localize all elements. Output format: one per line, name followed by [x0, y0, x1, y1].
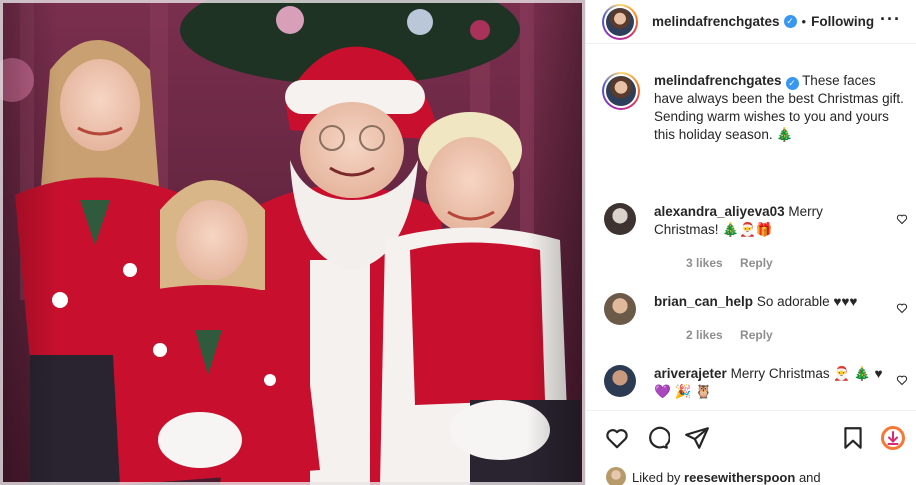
comment-likes-count[interactable]: 2 likes — [686, 328, 723, 342]
comment-username[interactable]: brian_can_help — [654, 294, 753, 309]
santa-family-photo — [0, 0, 585, 485]
comment-item: ariverajeter Merry Christmas 🎅 🎄 ♥ 💜 🎉 🦉 — [604, 365, 904, 401]
commenter-avatar[interactable] — [604, 293, 636, 325]
share-icon[interactable] — [684, 425, 710, 451]
bookmark-icon[interactable] — [840, 425, 866, 451]
comment-like-heart-icon[interactable] — [896, 302, 908, 314]
following-button[interactable]: Following — [811, 14, 874, 29]
commenter-avatar[interactable] — [604, 203, 636, 235]
liker-username[interactable]: reesewitherspoon — [684, 470, 795, 485]
comment-text: So adorable ♥♥♥ — [756, 294, 858, 309]
comment-like-heart-icon[interactable] — [896, 374, 908, 386]
action-bar — [586, 410, 916, 462]
post-header: melindafrenchgates ✓ • Following ··· — [586, 0, 916, 44]
comment-item: alexandra_aliyeva03 Merry Christmas! 🎄🎅🎁 — [604, 203, 904, 239]
more-options-icon[interactable]: ··· — [880, 10, 901, 28]
comment-like-heart-icon[interactable] — [896, 213, 908, 225]
comment-meta: 3 likes Reply — [686, 256, 787, 270]
comment-reply-button[interactable]: Reply — [740, 328, 773, 342]
commenter-avatar[interactable] — [604, 365, 636, 397]
liker-avatar[interactable] — [606, 467, 626, 485]
author-username[interactable]: melindafrenchgates — [652, 14, 780, 29]
caption-avatar[interactable] — [602, 72, 640, 110]
verified-badge-icon: ✓ — [783, 15, 797, 28]
liked-by-line: Liked by reesewitherspoon and — [606, 467, 821, 485]
post-side-panel: melindafrenchgates ✓ • Following ··· mel… — [585, 0, 916, 485]
comment-icon[interactable] — [644, 425, 670, 451]
separator: • — [801, 14, 807, 29]
heart-icon[interactable] — [604, 425, 630, 451]
comment-meta: 2 likes Reply — [686, 328, 787, 342]
comment-username[interactable]: alexandra_aliyeva03 — [654, 204, 785, 219]
comment-likes-count[interactable]: 3 likes — [686, 256, 723, 270]
comment-item: brian_can_help So adorable ♥♥♥ — [604, 293, 904, 325]
caption-username[interactable]: melindafrenchgates — [654, 73, 782, 88]
post-photo[interactable] — [0, 0, 585, 485]
comment-reply-button[interactable]: Reply — [740, 256, 773, 270]
author-avatar[interactable] — [602, 3, 638, 40]
liked-by-suffix: and — [798, 469, 821, 485]
liked-by-prefix: Liked by — [632, 469, 681, 485]
download-icon[interactable] — [880, 425, 906, 451]
verified-badge-icon: ✓ — [785, 77, 799, 90]
post-caption: melindafrenchgates ✓ These faces have alw… — [602, 72, 907, 144]
comment-username[interactable]: ariverajeter — [654, 366, 727, 381]
